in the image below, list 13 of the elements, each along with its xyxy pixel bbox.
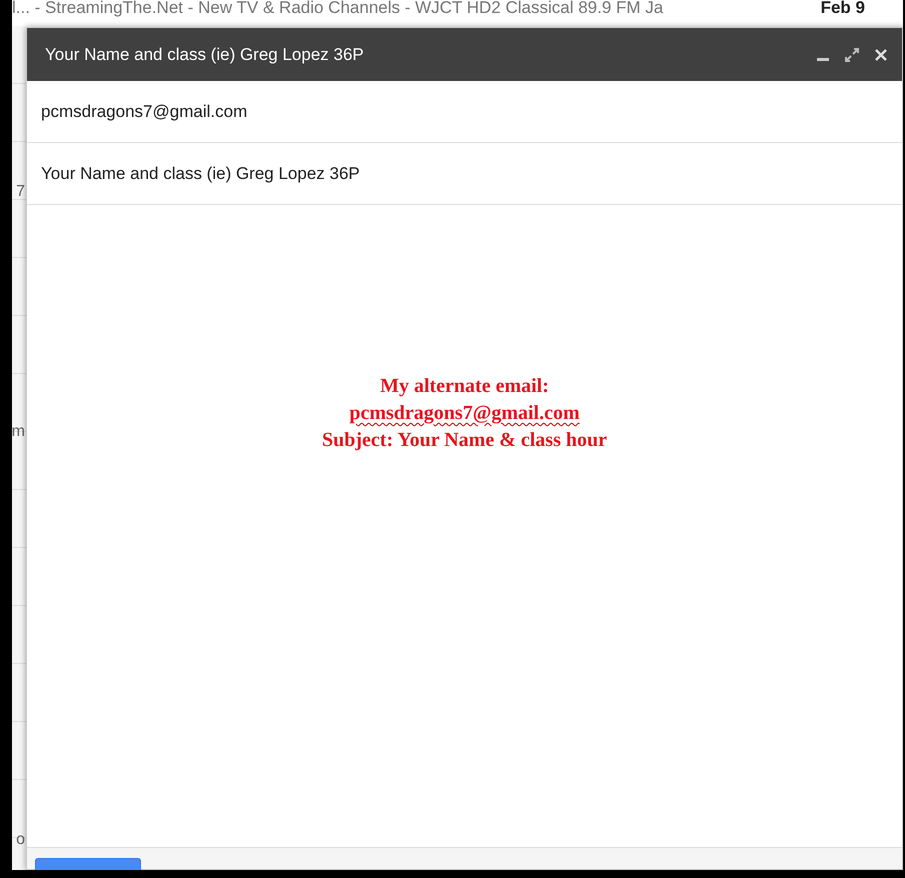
message-line: pcmsdragons7@gmail.com: [349, 402, 580, 424]
subject-field[interactable]: Your Name and class (ie) Greg Lopez 36P: [41, 160, 360, 186]
text-fragment: m: [12, 424, 25, 440]
message-line: Subject: Your Name & class hour: [322, 429, 607, 451]
expand-icon[interactable]: [844, 46, 860, 62]
email-subject: l... - StreamingThe.Net - New TV & Radio Channels - WJCT HD2 Classical 89.9 FM Ja: [12, 0, 664, 18]
email-date: Feb 9: [820, 0, 865, 18]
text-fragment: o: [16, 832, 25, 848]
close-icon[interactable]: [874, 48, 888, 62]
text-fragment: 7: [16, 184, 25, 200]
window-title: Your Name and class (ie) Greg Lopez 36P: [45, 44, 365, 66]
to-field[interactable]: pcmsdragons7@gmail.com: [41, 98, 248, 124]
message-line: My alternate email:: [380, 375, 549, 397]
